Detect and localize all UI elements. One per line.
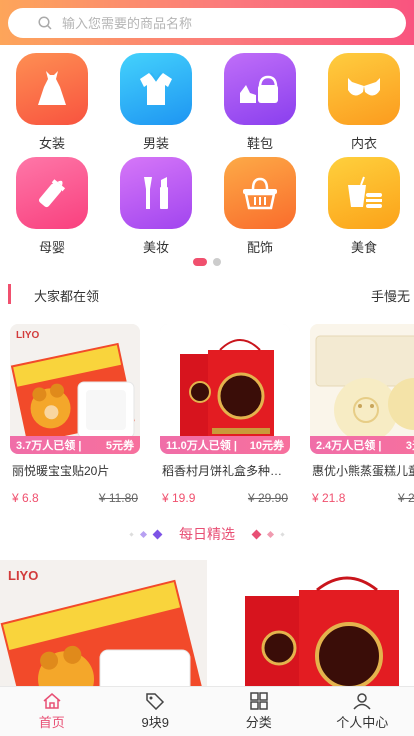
section-more-link[interactable]: 手慢无 xyxy=(371,286,410,305)
category-label: 内衣 xyxy=(350,136,377,151)
claimed-count: 11.0万人已领 | xyxy=(166,440,237,452)
search-icon xyxy=(38,16,52,30)
shirt-icon xyxy=(120,53,192,125)
product-image: 11.0万人已领 | 10元券 xyxy=(160,324,290,454)
baby-bottle-icon xyxy=(16,157,88,229)
category-accessories[interactable]: 配饰 xyxy=(220,157,300,256)
category-baby[interactable]: 母婴 xyxy=(12,157,92,256)
product-card[interactable]: 11.0万人已领 | 10元券 稻香村月饼礼盒多种… ¥ 19.9 ¥ 29.9… xyxy=(160,324,290,505)
category-men[interactable]: 男装 xyxy=(116,53,196,152)
page-dot-active[interactable] xyxy=(193,258,207,266)
tab-label: 个人中心 xyxy=(336,715,389,730)
category-underwear[interactable]: 内衣 xyxy=(324,53,404,152)
bottom-tab-bar: 首页 9块9 分类 个人中心 xyxy=(0,686,414,736)
deco-diamond xyxy=(251,529,262,539)
category-food[interactable]: 美食 xyxy=(324,157,404,256)
feed-item[interactable]: LIYO xyxy=(0,560,207,686)
tab-label: 首页 xyxy=(38,715,65,730)
header xyxy=(0,0,414,45)
category-label: 美食 xyxy=(350,240,377,255)
user-icon xyxy=(353,693,371,710)
coupon-carousel[interactable]: LIYO 3.7万人已领 | 5元券 丽悦暖宝宝贴20片 ¥ 6.8 ¥ 11.… xyxy=(0,324,414,514)
product-price: ¥ 19.9 xyxy=(162,491,196,505)
daily-picks-header: 每日精选 xyxy=(0,524,414,544)
svg-text:LIYO: LIYO xyxy=(16,330,40,341)
home-icon xyxy=(43,693,61,709)
feed-product-image: LIYO xyxy=(0,568,202,686)
section-header: 大家都在领 手慢无 xyxy=(0,280,414,308)
dress-icon xyxy=(16,53,88,125)
category-makeup[interactable]: 美妆 xyxy=(116,157,196,256)
product-feed[interactable]: LIYO xyxy=(0,560,414,686)
feed-product-image xyxy=(245,576,399,686)
coupon-badge: 2.4万人已领 | 3元券 xyxy=(310,436,414,454)
product-name: 丽悦暖宝宝贴20片 xyxy=(12,464,110,478)
grid-icon xyxy=(250,692,268,710)
deco-diamond xyxy=(280,531,285,537)
tab-profile[interactable]: 个人中心 xyxy=(311,687,414,736)
search-input[interactable] xyxy=(62,15,362,31)
feed-item[interactable] xyxy=(207,560,414,686)
bag-icon xyxy=(224,53,296,125)
claimed-count: 2.4万人已领 | xyxy=(316,440,382,452)
original-price: ¥ 11.80 xyxy=(98,491,138,505)
category-label: 配饰 xyxy=(246,240,273,255)
category-shoes-bags[interactable]: 鞋包 xyxy=(220,53,300,152)
category-label: 鞋包 xyxy=(246,136,273,151)
daily-picks-title: 每日精选 xyxy=(179,526,235,542)
section-accent-bar xyxy=(8,284,11,304)
product-name: 惠优小熊蒸蛋糕儿童 xyxy=(312,464,414,478)
makeup-icon xyxy=(120,157,192,229)
tab-label: 9块9 xyxy=(141,715,169,730)
tab-label: 分类 xyxy=(245,715,272,730)
product-image: LIYO 3.7万人已领 | 5元券 xyxy=(10,324,140,454)
original-price: ¥ 24.80 xyxy=(397,491,414,505)
basket-icon xyxy=(224,157,296,229)
deco-diamond xyxy=(129,531,134,537)
product-price: ¥ 6.8 xyxy=(12,491,39,505)
coupon-badge: 3.7万人已领 | 5元券 xyxy=(10,436,140,454)
original-price: ¥ 29.90 xyxy=(247,491,288,505)
coupon-value: 10元券 xyxy=(249,440,284,452)
deco-diamond xyxy=(266,530,275,538)
search-bar[interactable] xyxy=(8,8,406,38)
coupon-value: 5元券 xyxy=(105,440,134,452)
coupon-value: 3元券 xyxy=(405,440,414,452)
category-women[interactable]: 女装 xyxy=(12,53,92,152)
tab-9-9[interactable]: 9块9 xyxy=(104,687,208,736)
svg-text:LIYO: LIYO xyxy=(8,568,38,583)
category-label: 男装 xyxy=(142,136,169,151)
category-label: 美妆 xyxy=(142,240,169,255)
tag-icon xyxy=(146,693,165,710)
coupon-badge: 11.0万人已领 | 10元券 xyxy=(160,436,290,454)
category-label: 母婴 xyxy=(38,240,65,255)
claimed-count: 3.7万人已领 | xyxy=(16,440,82,452)
bra-icon xyxy=(328,53,400,125)
page-dot[interactable] xyxy=(213,258,221,266)
deco-diamond xyxy=(152,529,163,539)
section-title: 大家都在领 xyxy=(34,289,100,304)
deco-diamond xyxy=(139,530,148,538)
page-indicator xyxy=(0,258,414,266)
food-icon xyxy=(328,157,400,229)
product-price: ¥ 21.8 xyxy=(312,491,346,505)
product-card[interactable]: LIYO 3.7万人已领 | 5元券 丽悦暖宝宝贴20片 ¥ 6.8 ¥ 11.… xyxy=(10,324,140,505)
tab-category[interactable]: 分类 xyxy=(207,687,311,736)
product-card[interactable]: 2.4万人已领 | 3元券 惠优小熊蒸蛋糕儿童 ¥ 21.8 ¥ 24.80 xyxy=(310,324,414,505)
product-image: 2.4万人已领 | 3元券 xyxy=(310,324,414,454)
product-name: 稻香村月饼礼盒多种… xyxy=(162,464,283,478)
category-label: 女装 xyxy=(38,136,65,151)
tab-home[interactable]: 首页 xyxy=(0,687,104,736)
